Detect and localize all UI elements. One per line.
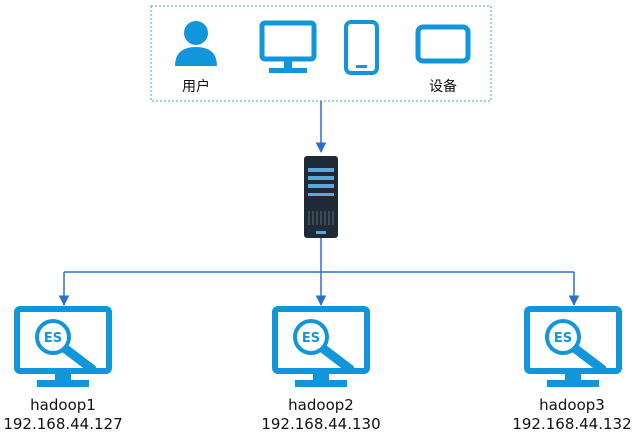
- es-monitor-icon: ES: [524, 306, 622, 387]
- node-ip-hadoop2: 192.168.44.130: [261, 415, 381, 433]
- user-icon: [175, 21, 217, 66]
- es-logo-text: ES: [302, 331, 320, 346]
- architecture-diagram: ES ES ES: [14, 5, 622, 387]
- node-ip-hadoop1: 192.168.44.127: [3, 415, 123, 433]
- server-icon: [304, 156, 338, 238]
- user-label: 用户: [182, 79, 210, 95]
- es-logo-text: ES: [44, 331, 62, 346]
- es-monitor-icon: ES: [272, 306, 370, 387]
- node-ip-hadoop3: 192.168.44.132: [512, 415, 632, 433]
- es-monitor-icon: ES: [14, 306, 112, 387]
- es-logo-text: ES: [554, 331, 572, 346]
- device-label: 设备: [429, 79, 457, 95]
- node-name-hadoop1: hadoop1: [30, 396, 96, 414]
- tablet-icon: [415, 24, 471, 64]
- node-name-hadoop2: hadoop2: [288, 396, 354, 414]
- monitor-icon: [259, 20, 317, 73]
- node-name-hadoop3: hadoop3: [539, 396, 605, 414]
- phone-icon: [344, 20, 379, 75]
